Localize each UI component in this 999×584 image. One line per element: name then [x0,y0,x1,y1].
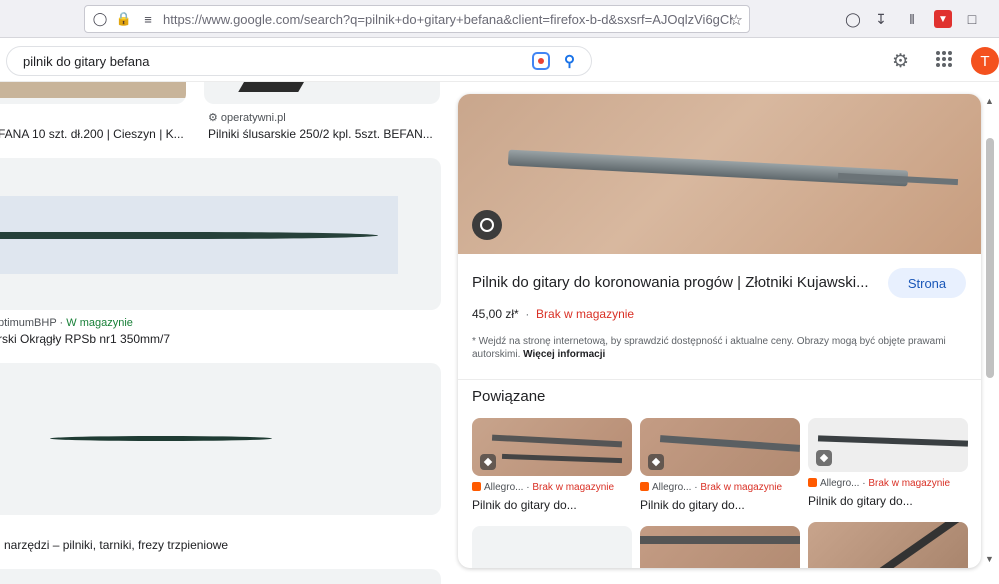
result-image-4[interactable] [0,363,441,515]
google-header: pilnik do gitary befana ⚲ ⚙ T [0,38,999,82]
shopping-tag-icon [648,454,664,470]
pocket-icon[interactable]: ◯ [844,10,862,28]
result-image-3[interactable] [0,158,441,310]
result-image-1[interactable] [0,82,186,104]
related-image-6[interactable] [808,522,968,568]
visual-search-icon[interactable] [472,210,502,240]
allegro-icon [808,478,817,487]
result-source-3[interactable]: ptimumBHP · W magazynie [0,317,133,329]
related-source-2[interactable]: Allegro... · Brak w magazynie [640,482,782,493]
allegro-icon [640,482,649,491]
visit-button[interactable]: Strona [888,268,966,298]
apps-grid-icon[interactable] [936,51,952,67]
search-box[interactable]: pilnik do gitary befana ⚲ [6,46,592,76]
related-image-3[interactable] [808,418,968,472]
google-lens-icon[interactable] [532,52,550,70]
related-title-3[interactable]: Pilnik do gitary do... [808,494,913,508]
result-image-2[interactable] [204,82,440,104]
scroll-up-icon[interactable]: ▲ [985,96,994,106]
related-title-2[interactable]: Pilnik do gitary do... [640,498,745,512]
url-text[interactable]: https://www.google.com/search?q=pilnik+d… [163,12,733,27]
settings-gear-icon[interactable]: ⚙ [892,50,909,73]
lock-icon[interactable]: 🔒 [115,10,133,28]
avatar[interactable]: T [971,47,999,75]
related-heading: Powiązane [472,388,546,405]
related-title-1[interactable]: Pilnik do gitary do... [472,498,577,512]
image-results: FANA 10 szt. dł.200 | Cieszyn | K... ⚙ o… [0,82,450,584]
related-source-1[interactable]: Allegro... · Brak w magazynie [472,482,614,493]
related-image-4[interactable] [472,526,632,568]
result-caption-3[interactable]: rski Okrągły RPSb nr1 350mm/7 [0,332,170,346]
library-icon[interactable]: ‖ [903,10,921,28]
search-icon[interactable]: ⚲ [564,52,575,70]
shield-icon[interactable]: ◯ [91,10,109,28]
stock-status: Brak w magazynie [536,307,635,321]
divider [458,379,981,380]
result-caption-1[interactable]: FANA 10 szt. dł.200 | Cieszyn | K... [0,127,184,141]
address-bar[interactable]: ◯ 🔒 ≡ https://www.google.com/search?q=pi… [84,5,750,33]
related-image-2[interactable] [640,418,800,476]
scroll-down-icon[interactable]: ▼ [985,554,994,564]
related-image-1[interactable] [472,418,632,476]
preview-panel: Pilnik do gitary do koronowania progów |… [458,94,981,568]
result-image-5[interactable] [0,569,441,584]
shopping-tag-icon [816,450,832,466]
bookmark-star-icon[interactable]: ☆ [730,11,743,29]
more-info-link[interactable]: Więcej informacji [523,349,605,360]
result-caption-4[interactable]: narzędzi – pilniki, tarniki, frezy trzpi… [4,538,228,552]
disclaimer: * Wejdź na stronę internetową, by sprawd… [472,336,946,360]
related-source-3[interactable]: Allegro... · Brak w magazynie [808,478,950,489]
search-input[interactable]: pilnik do gitary befana [23,54,532,69]
related-image-5[interactable] [640,526,800,568]
browser-toolbar: ◯ 🔒 ≡ https://www.google.com/search?q=pi… [0,0,999,38]
panel-scrollbar[interactable]: ▲ ▼ [983,94,997,568]
allegro-icon [472,482,481,491]
result-caption-2[interactable]: Pilniki ślusarskie 250/2 kpl. 5szt. BEFA… [208,127,433,141]
result-source-2[interactable]: ⚙ operatywni.pl [208,111,286,124]
scroll-thumb[interactable] [986,138,994,378]
extensions-icon[interactable]: □ [963,10,981,28]
permissions-icon[interactable]: ≡ [139,10,157,28]
price: 45,00 zł* · Brak w magazynie [472,307,635,321]
brave-shield-icon[interactable]: ▼ [934,10,952,28]
preview-title[interactable]: Pilnik do gitary do koronowania progów |… [472,274,869,291]
shopping-tag-icon [480,454,496,470]
site-icon: ⚙ [208,112,221,124]
preview-image[interactable] [458,94,981,254]
download-icon[interactable]: ↧ [872,10,890,28]
